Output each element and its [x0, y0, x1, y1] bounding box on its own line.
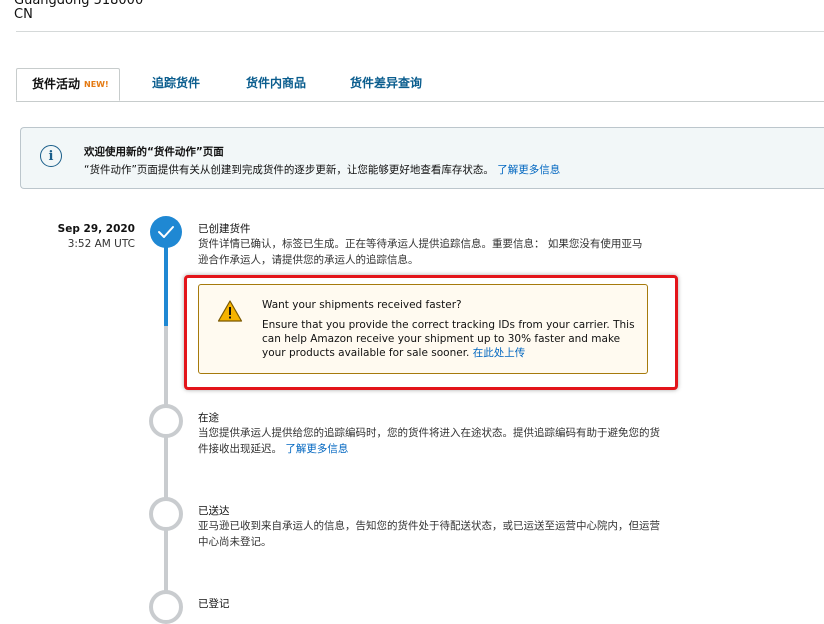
step-title-created: 已创建货件 [198, 223, 251, 235]
step-text-in-transit-body: 当您提供承运人提供给您的追踪编码时，您的货件将进入在途状态。提供追踪编码有助于避… [198, 427, 660, 455]
tab-track-shipment[interactable]: 追踪货件 [152, 68, 200, 100]
tab-reconciliation[interactable]: 货件差异查询 [350, 68, 422, 100]
address-line-1: Guangdong 518000 [14, 0, 144, 8]
info-body: “货件动作”页面提供有关从创建到完成货件的逐步更新，让您能够更好地查看库存状态。… [84, 162, 560, 177]
info-icon: i [40, 145, 62, 167]
step-title-checked-in: 已登记 [198, 598, 230, 610]
step-title-in-transit: 在途 [198, 412, 219, 424]
step-text-created: 货件详情已确认，标签已生成。正在等待承运人提供追踪信息。重要信息： 如果您没有使… [198, 238, 643, 266]
tab-bar: 货件活动 NEW! 追踪货件 货件内商品 货件差异查询 [16, 68, 824, 102]
step-text-in-transit: 当您提供承运人提供给您的追踪编码时，您的货件将进入在途状态。提供追踪编码有助于避… [198, 426, 668, 457]
tab-shipment-contents[interactable]: 货件内商品 [246, 68, 306, 100]
warning-icon [217, 300, 243, 322]
new-badge: NEW! [84, 80, 109, 89]
address-line-2: CN [14, 7, 33, 22]
step-pending-icon [149, 497, 183, 531]
divider [16, 31, 824, 32]
address-block: Guangdong 518000 CN [14, 0, 143, 22]
step-text-delivered: 亚马逊已收到来自承运人的信息，告知您的货件处于待配送状态，或已运送至运营中心院内… [198, 520, 660, 548]
warning-alert: Want your shipments received faster? Ens… [198, 284, 648, 374]
step-pending-icon [149, 404, 183, 438]
event-date: Sep 29, 2020 [57, 223, 135, 235]
warning-body: Ensure that you provide the correct trac… [262, 318, 642, 360]
step-complete-icon [150, 216, 182, 248]
warning-title: Want your shipments received faster? [262, 299, 462, 311]
step-pending-icon [149, 590, 183, 624]
tab-label: 货件活动 [32, 77, 81, 91]
info-body-text: “货件动作”页面提供有关从创建到完成货件的逐步更新，让您能够更好地查看库存状态。 [84, 164, 494, 176]
info-banner: i 欢迎使用新的“货件动作”页面 “货件动作”页面提供有关从创建到完成货件的逐步… [20, 127, 824, 189]
event-time: 3:52 AM UTC [67, 238, 135, 250]
learn-more-link-transit[interactable]: 了解更多信息 [285, 443, 348, 455]
tab-shipment-activity[interactable]: 货件活动 NEW! [16, 68, 120, 101]
learn-more-link[interactable]: 了解更多信息 [497, 164, 560, 176]
step-title-delivered: 已送达 [198, 505, 230, 517]
info-title: 欢迎使用新的“货件动作”页面 [84, 146, 224, 158]
warning-body-text: Ensure that you provide the correct trac… [262, 319, 635, 359]
upload-here-link[interactable]: 在此处上传 [473, 347, 526, 359]
